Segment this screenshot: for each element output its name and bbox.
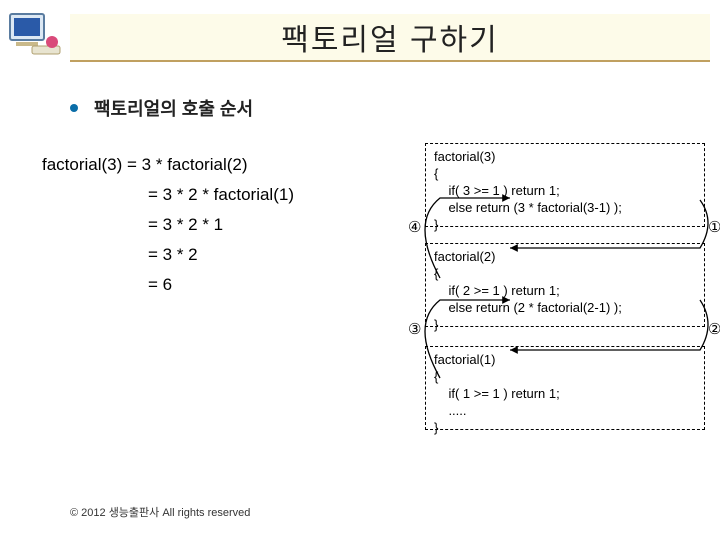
slide-title: 팩토리얼 구하기 — [281, 15, 499, 59]
step-number-2: ② — [708, 320, 720, 338]
code-line: factorial(2) — [434, 248, 696, 265]
derivation-line: = 6 — [42, 270, 294, 300]
code-line: factorial(3) — [434, 148, 696, 165]
copyright-text: © 2012 생능출판사 All rights reserved — [70, 504, 250, 520]
code-line: { — [434, 368, 696, 385]
derivation-line: = 3 * 2 * factorial(1) — [42, 180, 294, 210]
code-line: if( 1 >= 1 ) return 1; — [434, 385, 696, 402]
step-number-4: ④ — [408, 218, 421, 236]
derivation-line: = 3 * 2 — [42, 240, 294, 270]
bullet-icon — [70, 104, 78, 112]
slide: 팩토리얼 구하기 팩토리얼의 호출 순서 factorial(3) = 3 * … — [0, 0, 720, 540]
step-number-3: ③ — [408, 320, 421, 338]
code-line: ..... — [434, 402, 696, 419]
derivation-block: factorial(3) = 3 * factorial(2) = 3 * 2 … — [42, 150, 294, 300]
step-number-1: ① — [708, 218, 720, 236]
code-line: if( 3 >= 1 ) return 1; — [434, 182, 696, 199]
computer-icon — [4, 8, 64, 58]
code-line: } — [434, 316, 696, 333]
code-line: { — [434, 265, 696, 282]
derivation-line: factorial(3) = 3 * factorial(2) — [42, 150, 294, 180]
code-box-factorial-1: factorial(1) { if( 1 >= 1 ) return 1; ..… — [425, 346, 705, 430]
code-box-factorial-2: factorial(2) { if( 2 >= 1 ) return 1; el… — [425, 243, 705, 327]
code-line: if( 2 >= 1 ) return 1; — [434, 282, 696, 299]
code-line: } — [434, 216, 696, 233]
title-bar: 팩토리얼 구하기 — [70, 14, 710, 62]
bullet-text: 팩토리얼의 호출 순서 — [94, 95, 253, 121]
code-line: else return (2 * factorial(2-1) ); — [434, 299, 696, 316]
code-line: { — [434, 165, 696, 182]
code-box-factorial-3: factorial(3) { if( 3 >= 1 ) return 1; el… — [425, 143, 705, 227]
bullet-heading: 팩토리얼의 호출 순서 — [70, 95, 253, 121]
code-line: } — [434, 419, 696, 436]
code-line: else return (3 * factorial(3-1) ); — [434, 199, 696, 216]
derivation-line: = 3 * 2 * 1 — [42, 210, 294, 240]
code-line: factorial(1) — [434, 351, 696, 368]
